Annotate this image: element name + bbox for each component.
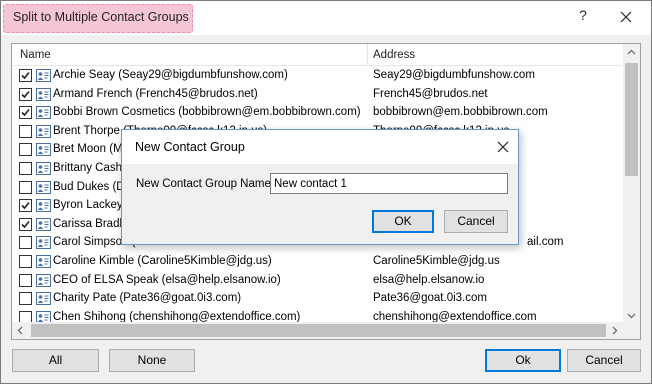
select-none-button[interactable]: None bbox=[109, 349, 195, 372]
contact-address: bobbibrown@em.bobbibrown.com bbox=[373, 106, 548, 119]
checkbox-unchecked[interactable] bbox=[19, 273, 32, 287]
contact-card-icon bbox=[36, 255, 51, 268]
list-header: Name Address bbox=[12, 44, 622, 66]
group-name-label: New Contact Group Name: bbox=[136, 178, 275, 190]
vertical-scroll-thumb[interactable] bbox=[625, 63, 638, 176]
close-icon[interactable] bbox=[615, 6, 637, 28]
contact-name: CEO of ELSA Speak (elsa@help.elsanow.io) bbox=[53, 273, 281, 286]
scroll-up-icon[interactable] bbox=[623, 44, 640, 61]
list-item[interactable]: Caroline Kimble (Caroline5Kimble@jdg.us)… bbox=[12, 253, 622, 271]
contact-name: Archie Seay (Seay29@bigdumbfunshow.com) bbox=[53, 69, 288, 81]
contact-name: Armand French (French45@brudos.net) bbox=[53, 87, 258, 100]
contact-address: elsa@help.elsanow.io bbox=[373, 273, 485, 286]
checkbox-checked[interactable] bbox=[19, 87, 32, 101]
contact-card-icon bbox=[36, 143, 51, 157]
modal-close-icon[interactable] bbox=[496, 140, 510, 154]
contact-card-icon bbox=[36, 292, 51, 306]
scroll-left-icon[interactable] bbox=[12, 322, 29, 339]
cancel-button[interactable]: Cancel bbox=[567, 349, 641, 372]
contact-address: ail.com bbox=[527, 236, 564, 249]
checkbox-unchecked[interactable] bbox=[19, 124, 32, 138]
contact-card-icon bbox=[36, 236, 51, 250]
column-header-address[interactable]: Address bbox=[373, 49, 415, 61]
checkbox-unchecked[interactable] bbox=[19, 180, 32, 194]
list-item[interactable]: Charity Pate (Pate36@goat.0i3.com) Pate36… bbox=[12, 290, 622, 308]
contact-name: Chen Shihong (chenshihong@extendoffice.c… bbox=[53, 310, 301, 323]
title-bar: Split to Multiple Contact Groups ? bbox=[1, 1, 651, 35]
modal-ok-button[interactable]: OK bbox=[372, 210, 434, 233]
modal-title-bar: New Contact Group bbox=[122, 130, 518, 164]
help-button[interactable]: ? bbox=[575, 7, 591, 27]
ok-button[interactable]: Ok bbox=[485, 349, 561, 372]
vertical-scrollbar[interactable] bbox=[623, 44, 640, 324]
scrollbar-corner bbox=[623, 322, 640, 339]
modal-title: New Contact Group bbox=[135, 140, 245, 154]
checkbox-checked[interactable] bbox=[19, 69, 32, 82]
contact-name: Caroline Kimble (Caroline5Kimble@jdg.us) bbox=[53, 255, 272, 267]
scroll-right-icon[interactable] bbox=[606, 322, 623, 339]
checkbox-unchecked[interactable] bbox=[19, 292, 32, 306]
checkbox-checked[interactable] bbox=[19, 106, 32, 120]
contact-address: Caroline5Kimble@jdg.us bbox=[373, 255, 500, 267]
contact-address: French45@brudos.net bbox=[373, 87, 488, 100]
column-divider[interactable] bbox=[367, 44, 368, 66]
checkbox-unchecked[interactable] bbox=[19, 162, 32, 175]
checkbox-unchecked[interactable] bbox=[19, 236, 32, 250]
contact-name: Bobbi Brown Cosmetics (bobbibrown@em.bob… bbox=[53, 106, 361, 119]
contact-address: Seay29@bigdumbfunshow.com bbox=[373, 69, 535, 81]
checkbox-unchecked[interactable] bbox=[19, 255, 32, 268]
contact-card-icon bbox=[36, 87, 51, 101]
contact-card-icon bbox=[36, 106, 51, 120]
contact-address: chenshihong@extendoffice.com bbox=[373, 310, 537, 323]
list-item[interactable]: CEO of ELSA Speak (elsa@help.elsanow.io)… bbox=[12, 272, 622, 290]
contact-card-icon bbox=[36, 199, 51, 213]
contact-card-icon bbox=[36, 217, 51, 231]
column-header-name[interactable]: Name bbox=[20, 49, 51, 61]
contact-address: Pate36@goat.0i3.com bbox=[373, 292, 487, 305]
list-item[interactable]: Archie Seay (Seay29@bigdumbfunshow.com) S… bbox=[12, 67, 622, 85]
checkbox-checked[interactable] bbox=[19, 199, 32, 213]
select-all-button[interactable]: All bbox=[12, 349, 99, 372]
contact-card-icon bbox=[36, 180, 51, 194]
contact-name: Charity Pate (Pate36@goat.0i3.com) bbox=[53, 292, 242, 305]
horizontal-scroll-thumb[interactable] bbox=[31, 324, 606, 337]
window-title: Split to Multiple Contact Groups bbox=[13, 10, 189, 24]
group-name-input[interactable] bbox=[270, 173, 508, 194]
checkbox-unchecked[interactable] bbox=[19, 143, 32, 157]
modal-cancel-button[interactable]: Cancel bbox=[444, 210, 508, 233]
list-item[interactable]: Armand French (French45@brudos.net) Frenc… bbox=[12, 86, 622, 104]
contact-card-icon bbox=[36, 273, 51, 287]
horizontal-scrollbar[interactable] bbox=[12, 322, 623, 339]
contact-card-icon bbox=[36, 69, 51, 82]
checkbox-checked[interactable] bbox=[19, 217, 32, 231]
contact-card-icon bbox=[36, 162, 51, 175]
list-item[interactable]: Bobbi Brown Cosmetics (bobbibrown@em.bob… bbox=[12, 104, 622, 122]
contact-card-icon bbox=[36, 124, 51, 138]
new-contact-group-dialog: New Contact Group New Contact Group Name… bbox=[121, 129, 519, 245]
